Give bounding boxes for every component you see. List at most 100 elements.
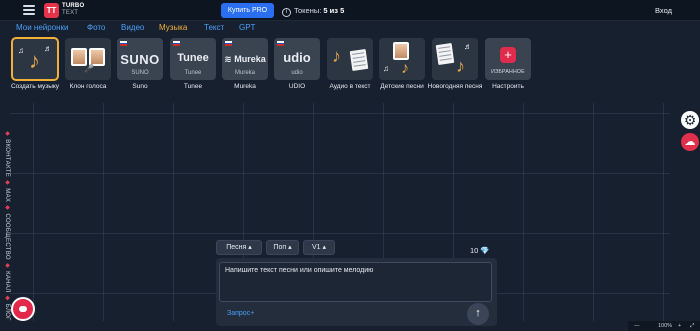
guitar-icon: ♪	[332, 46, 341, 66]
udio-logo: udio	[283, 50, 311, 65]
chat-support-icon[interactable]	[11, 297, 35, 321]
social-links: ◆ ВКОНТАКТЕ ◆ MAX ◆ СООБЩЕСТВО ◆ КАНАЛ ◆…	[1, 130, 11, 321]
music-note-icon: ♫	[383, 64, 389, 73]
caret-up-icon: ▴	[248, 244, 252, 251]
diamond-icon: 💎	[480, 246, 490, 255]
separator-icon: ◆	[4, 179, 10, 189]
audio-to-text-thumbnail: ♪	[327, 38, 373, 80]
top-header: TT TURBO TEXT Купить PRO i Токены: 5 из 5…	[0, 0, 700, 21]
tile-udio[interactable]: udio udio UDIO	[274, 38, 320, 90]
tab-text[interactable]: Текст	[204, 23, 224, 32]
tab-gpt[interactable]: GPT	[239, 23, 255, 32]
plus-icon: +	[500, 47, 516, 63]
mureka-sublabel: Mureka	[234, 70, 255, 76]
mureka-thumbnail: ≋ Mureka Mureka	[222, 38, 268, 80]
tokens-value: 5 из 5	[323, 6, 345, 15]
fit-view-icon[interactable]: ⤢	[690, 323, 694, 330]
tile-new-year-song[interactable]: ♪ ♬ Новогодняя песня	[428, 38, 482, 90]
tile-caption: Создать музыку	[10, 83, 60, 90]
genre-value: Песня	[226, 244, 247, 251]
style-value: Поп	[273, 244, 287, 251]
tile-create-music[interactable]: ♪ ♫ ♬ Создать музыку	[11, 37, 59, 90]
tab-photo[interactable]: Фото	[87, 23, 105, 32]
version-dropdown[interactable]: V1 ▴	[303, 240, 335, 255]
document-icon	[435, 42, 455, 66]
song-prompt-input[interactable]: Напишите текст песни или опишите мелодию	[219, 262, 492, 302]
zoom-value: 100%	[658, 323, 673, 329]
settings-gear-icon[interactable]: ⚙	[681, 111, 699, 129]
logo-text[interactable]: TURBO TEXT	[62, 3, 84, 17]
genre-dropdown[interactable]: Песня ▴	[216, 240, 262, 255]
tool-tiles: ♪ ♫ ♬ Создать музыку 🎤 Клон голоса SUNO …	[0, 37, 700, 100]
tile-caption: Клон голоса	[69, 83, 107, 90]
ru-flag-icon	[277, 41, 284, 46]
prompt-placeholder: Напишите текст песни или опишите мелодию	[225, 267, 374, 274]
music-note-icon: ♫	[18, 46, 24, 55]
suno-sublabel: SUNO	[131, 70, 149, 76]
separator-icon: ◆	[4, 261, 10, 272]
tile-voice-clone[interactable]: 🎤 Клон голоса	[65, 38, 111, 90]
hamburger-menu-icon[interactable]	[23, 5, 35, 15]
tile-audio-to-text[interactable]: ♪ Аудио в текст	[327, 38, 373, 90]
tunee-thumbnail: Tunee Tunee	[170, 38, 216, 80]
tunee-sublabel: Tunee	[184, 70, 202, 76]
zoom-out-icon[interactable]: —	[634, 323, 640, 329]
tab-my-networks[interactable]: Мои нейронки	[16, 23, 69, 32]
tile-configure[interactable]: + ИЗБРАННОЕ Настроить	[485, 38, 531, 90]
udio-thumbnail: udio udio	[274, 38, 320, 80]
suno-thumbnail: SUNO SUNO	[117, 38, 163, 80]
tile-caption: Аудио в текст	[329, 83, 371, 90]
credits-value: 10	[470, 246, 479, 255]
tab-music[interactable]: Музыка	[159, 23, 187, 32]
kids-songs-thumbnail: ♪ ♫	[379, 38, 425, 80]
child-photo-icon	[393, 42, 409, 60]
caret-up-icon: ▴	[322, 244, 327, 251]
caret-up-icon: ▴	[288, 244, 292, 251]
voice-clone-thumbnail: 🎤	[65, 38, 111, 80]
music-note-icon: ♬	[44, 44, 52, 53]
social-link-blog[interactable]: БЛОГ	[4, 304, 10, 321]
mureka-logo: ≋ Mureka	[222, 54, 268, 65]
social-link-community[interactable]: СООБЩЕСТВО	[4, 213, 10, 259]
tile-caption: Настроить	[492, 83, 524, 90]
logo-subtitle: TEXT	[62, 10, 79, 16]
mureka-wave-icon: ≋	[224, 54, 235, 64]
tokens-indicator: i Токены: 5 из 5	[282, 4, 344, 17]
new-year-song-thumbnail: ♪ ♬	[432, 38, 478, 80]
ru-flag-icon	[173, 41, 180, 46]
tile-kids-songs[interactable]: ♪ ♫ Детские песни	[379, 38, 425, 90]
query-plus-link[interactable]: Запрос+	[227, 310, 254, 317]
ru-flag-icon	[120, 41, 127, 46]
send-arrow-icon[interactable]: ↑	[467, 303, 489, 325]
zoom-in-icon[interactable]: +	[678, 323, 681, 329]
cloud-download-icon[interactable]: ☁	[681, 133, 699, 151]
mureka-logo-text: Mureka	[234, 54, 266, 64]
create-music-thumbnail: ♪ ♫ ♬	[11, 37, 59, 81]
tunee-logo: Tunee	[177, 52, 209, 64]
social-link-channel[interactable]: КАНАЛ	[4, 271, 10, 292]
version-value: V1	[311, 244, 321, 251]
style-dropdown[interactable]: Поп ▴	[266, 240, 299, 255]
logo-title: TURBO	[62, 3, 85, 9]
logo-icon[interactable]: TT	[44, 3, 59, 18]
tile-suno[interactable]: SUNO SUNO Suno	[117, 38, 163, 90]
buy-pro-button[interactable]: Купить PRO	[221, 3, 274, 18]
music-note-icon: ♬	[464, 42, 472, 51]
info-icon[interactable]: i	[282, 8, 291, 17]
ru-flag-icon	[225, 41, 232, 46]
login-link[interactable]: Вход	[655, 6, 672, 15]
social-link-max[interactable]: MAX	[4, 188, 10, 202]
credits-cost: 10 💎	[470, 246, 490, 255]
tile-caption: UDIO	[288, 83, 306, 90]
tile-caption: Tunee	[183, 83, 203, 90]
tab-video[interactable]: Видео	[121, 23, 144, 32]
tile-tunee[interactable]: Tunee Tunee Tunee	[170, 38, 216, 90]
guitar-icon: ♪	[456, 56, 465, 76]
separator-icon: ◆	[4, 294, 10, 304]
guitar-icon: ♪	[29, 48, 40, 73]
tokens-label: Токены:	[294, 6, 322, 15]
social-link-vk[interactable]: ВКОНТАКТЕ	[4, 139, 10, 177]
favorites-label: ИЗБРАННОЕ	[491, 69, 525, 75]
favorites-thumbnail: + ИЗБРАННОЕ	[485, 38, 531, 80]
tile-mureka[interactable]: ≋ Mureka Mureka Mureka	[222, 38, 268, 90]
